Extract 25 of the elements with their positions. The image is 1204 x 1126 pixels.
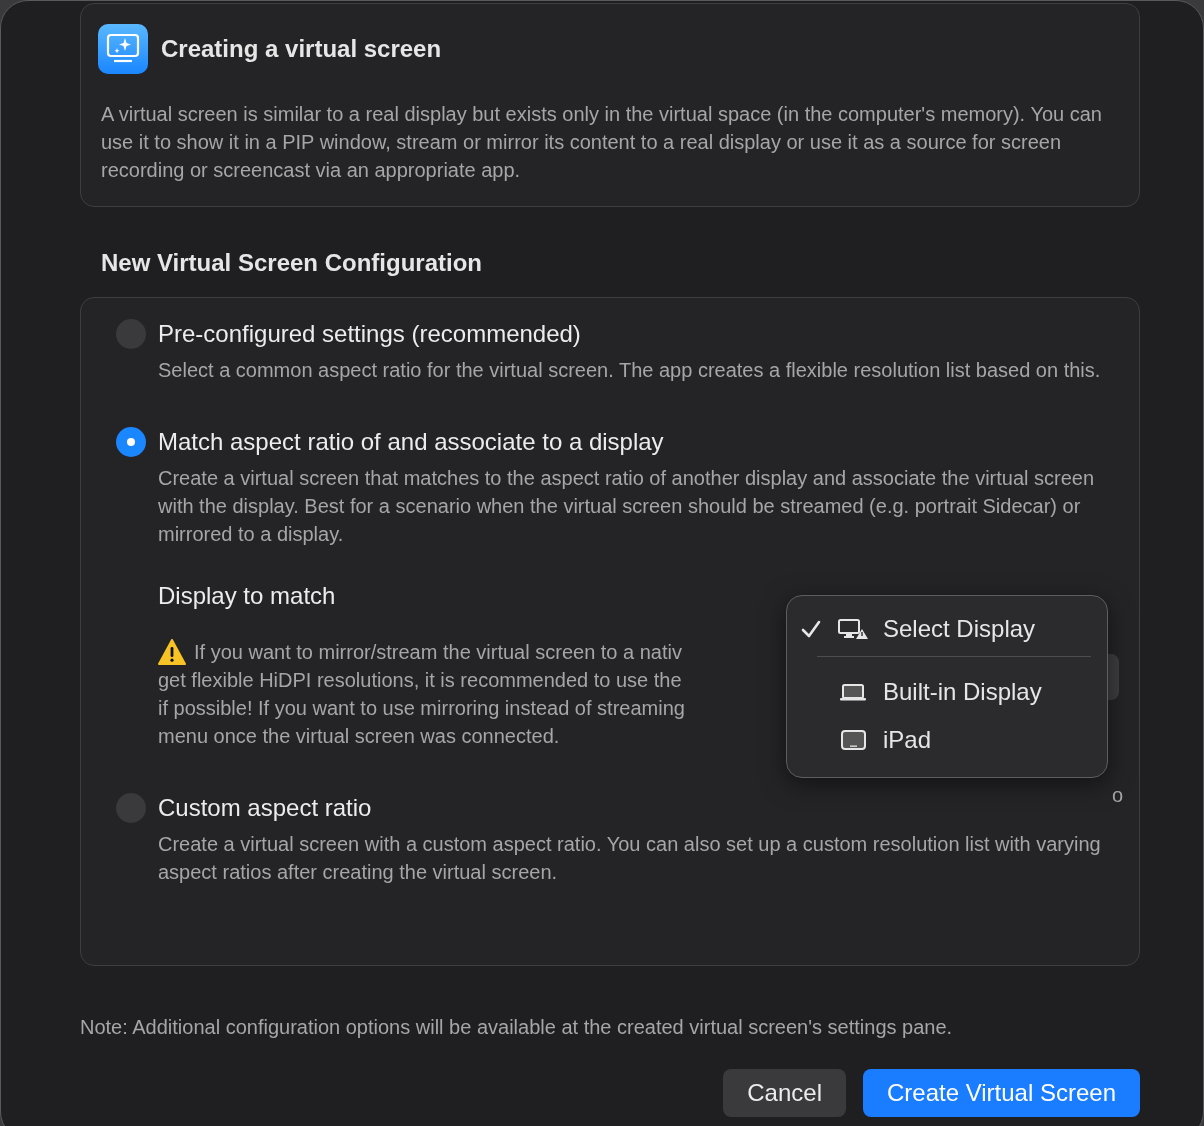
warning-text: menu once the virtual screen was connected. [158,724,560,748]
option-description: Create a virtual screen that matches to the aspect ratio of another display and associate the virtual screen with the display. Best for a scenario when the virtual screen should be streamed (e.g. portrait Sidecar) or mirrored to a display. [158,466,1096,547]
option-label: Custom aspect ratio [158,794,372,822]
cancel-button[interactable]: Cancel [723,1069,846,1117]
field-label: Display to match [158,582,336,610]
warning-text: If you want to mirror/stream the virtual screen to a nativ [194,640,682,664]
menu-item[interactable]: iPad [801,719,1107,761]
radio-button[interactable] [116,427,146,457]
create-button[interactable]: Create Virtual Screen [863,1069,1140,1117]
menu-item[interactable]: Built-in Display [801,671,1107,713]
description-text: A virtual screen is similar to a real display but exists only in the virtual space (in the computer's memory). You can use it to show it in a PIP window, stream or mirror its content to a real display or use it as a source for screen recording or screencast via an appropriate app. [101,102,1103,183]
card-title: Creating a virtual screen [161,35,442,63]
app-icon [98,24,148,74]
option-label: Pre-configured settings (recommended) [158,320,581,348]
option-description: Create a virtual screen with a custom aspect ratio. You can also set up a custom resolution list with varying aspect ratios after creating the virtual screen. [158,832,1102,885]
warning-text: if possible! If you want to use mirroring instead of streaming [158,696,685,720]
display-warning-icon [837,617,869,641]
menu-item[interactable]: Select Display [801,608,1107,650]
section-heading: New Virtual Screen Configuration [101,249,483,278]
warning-text: o [1112,784,1124,807]
warning-icon [158,639,186,665]
option-label: Match aspect ratio of and associate to a display [158,428,664,456]
option-description: Select a common aspect ratio for the virtual screen. The app creates a flexible resolution list based on this. [158,358,1102,383]
warning-text: get flexible HiDPI resolutions, it is recommended to use the [158,668,682,692]
note-text: Note: Additional configuration options will be available at the created virtual screen's settings pane. [80,1016,954,1039]
